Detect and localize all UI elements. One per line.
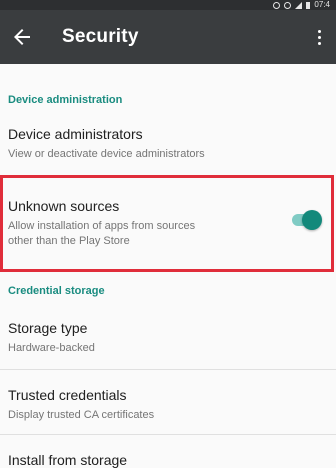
battery-icon [306, 1, 311, 9]
highlight-box [0, 175, 334, 272]
device-administrators-title: Device administrators [8, 126, 143, 142]
status-icons: 07:4 [273, 0, 330, 10]
trusted-credentials-title: Trusted credentials [8, 387, 127, 403]
trusted-credentials-summary: Display trusted CA certificates [8, 409, 155, 421]
storage-type-title: Storage type [8, 320, 88, 336]
storage-type-item[interactable]: Storage type Hardware-backed [0, 304, 336, 368]
trusted-credentials-item[interactable]: Trusted credentials Display trusted CA c… [0, 370, 336, 432]
status-bar: 07:4 [0, 0, 336, 10]
section-header-credential-storage: Credential storage [8, 285, 105, 297]
more-vert-icon[interactable] [312, 25, 326, 49]
unknown-sources-toggle[interactable] [290, 208, 322, 232]
settings-list: Device administration Device administrat… [0, 64, 336, 468]
arrow-back-icon[interactable] [10, 25, 34, 49]
page-title: Security [62, 26, 139, 47]
status-time: 07:4 [314, 0, 330, 9]
app-bar: Security [0, 10, 336, 64]
install-from-storage-item[interactable]: Install from storage [0, 435, 336, 468]
signal-icon [295, 1, 303, 9]
toggle-thumb [302, 210, 322, 230]
device-administrators-item[interactable]: Device administrators View or deactivate… [0, 114, 336, 174]
sync-icon [284, 1, 292, 9]
alarm-icon [273, 1, 281, 9]
device-administrators-summary: View or deactivate device administrators [8, 148, 205, 160]
section-header-device-administration: Device administration [8, 94, 123, 106]
storage-type-summary: Hardware-backed [8, 342, 95, 354]
